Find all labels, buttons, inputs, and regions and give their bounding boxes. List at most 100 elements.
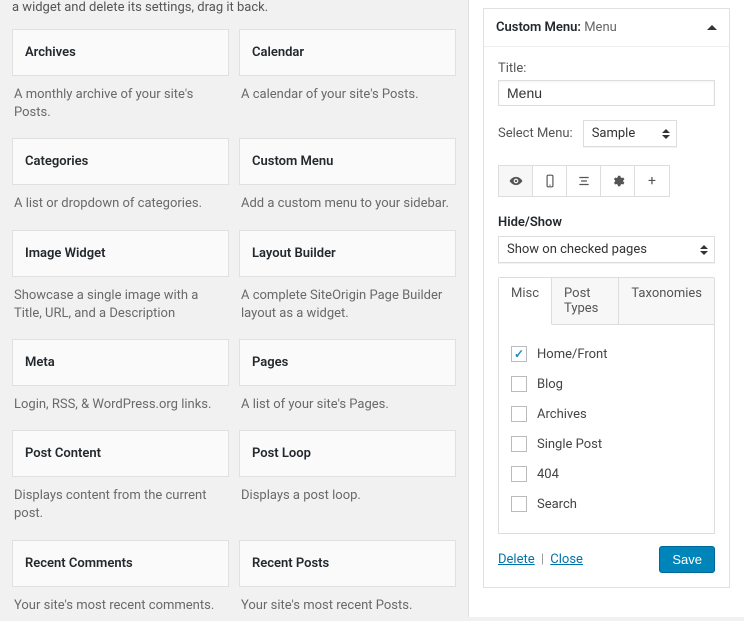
check-row: 404 (511, 459, 702, 489)
hideshow-dropdown[interactable]: Show on checked pages (498, 236, 715, 263)
tab-post-types[interactable]: Post Types (552, 278, 619, 324)
widget-description: Your site's most recent Posts. (239, 587, 456, 621)
widget-title: Recent Posts (252, 556, 443, 571)
widget-item: Categories A list or dropdown of categor… (12, 138, 229, 219)
plus-icon: + (648, 173, 656, 189)
checkbox-label: Archives (537, 407, 587, 422)
checkbox-label: Blog (537, 377, 563, 392)
widget-title: Layout Builder (252, 246, 443, 261)
available-widgets-panel: a widget and delete its settings, drag i… (0, 0, 468, 617)
visibility-tab-button[interactable] (499, 166, 533, 196)
widget-description: Add a custom menu to your sidebar. (239, 185, 456, 219)
select-menu-dropdown[interactable]: Sample (583, 120, 677, 147)
widget-item: Post Content Displays content from the c… (12, 430, 229, 529)
widget-description: Displays content from the current post. (12, 477, 229, 529)
widget-header[interactable]: Meta (12, 339, 229, 386)
caret-up-icon (707, 25, 717, 30)
delete-link[interactable]: Delete (498, 552, 535, 567)
widget-grid: Archives A monthly archive of your site'… (12, 29, 456, 621)
widget-item: Meta Login, RSS, & WordPress.org links. (12, 339, 229, 420)
widget-description: Login, RSS, & WordPress.org links. (12, 386, 229, 420)
widget-title: Post Content (25, 446, 216, 461)
widget-description: A calendar of your site's Posts. (239, 76, 456, 110)
title-label: Title: (498, 61, 715, 76)
widget-description: Displays a post loop. (239, 477, 456, 511)
widget-item: Calendar A calendar of your site's Posts… (239, 29, 456, 128)
widget-description: Showcase a single image with a Title, UR… (12, 277, 229, 329)
settings-tab-button[interactable] (601, 166, 635, 196)
widget-title: Custom Menu (252, 154, 443, 169)
config-footer: Delete | Close Save (498, 546, 715, 573)
widget-title: Archives (25, 45, 216, 60)
select-arrows-icon (700, 245, 708, 255)
checkbox-label: Single Post (537, 437, 602, 452)
check-row: Archives (511, 399, 702, 429)
widget-item: Pages A list of your site's Pages. (239, 339, 456, 420)
checkbox-home-front[interactable]: ✓ (511, 346, 527, 362)
select-arrows-icon (662, 129, 670, 139)
widget-description: A list of your site's Pages. (239, 386, 456, 420)
tab-taxonomies[interactable]: Taxonomies (619, 278, 714, 324)
widget-item: Recent Comments Your site's most recent … (12, 540, 229, 621)
config-body: Title: Select Menu: Sample (484, 47, 729, 587)
config-title-prefix: Custom Menu: (496, 20, 581, 35)
display-toolbar: + (498, 165, 670, 197)
alignment-tab-button[interactable] (567, 166, 601, 196)
align-center-icon (577, 174, 591, 188)
widget-header[interactable]: Image Widget (12, 230, 229, 277)
check-row: Blog (511, 369, 702, 399)
widget-header[interactable]: Categories (12, 138, 229, 185)
add-tab-button[interactable]: + (635, 166, 669, 196)
title-input[interactable] (498, 80, 715, 106)
widget-title: Calendar (252, 45, 443, 60)
widget-title: Meta (25, 355, 216, 370)
checkbox-archives[interactable] (511, 406, 527, 422)
widget-description: A complete SiteOrigin Page Builder layou… (239, 277, 456, 329)
widget-header[interactable]: Post Content (12, 430, 229, 477)
widget-header[interactable]: Custom Menu (239, 138, 456, 185)
checkbox-404[interactable] (511, 466, 527, 482)
footer-links: Delete | Close (498, 552, 583, 567)
widget-config-header[interactable]: Custom Menu: Menu (484, 9, 729, 47)
tab-content-misc: ✓ Home/Front Blog Archives Single Post (498, 324, 715, 534)
widget-title: Post Loop (252, 446, 443, 461)
config-title: Custom Menu: Menu (496, 20, 617, 35)
devices-tab-button[interactable] (533, 166, 567, 196)
checkbox-label: Home/Front (537, 347, 608, 362)
widget-header[interactable]: Recent Posts (239, 540, 456, 587)
widget-item: Custom Menu Add a custom menu to your si… (239, 138, 456, 219)
widget-description: Your site's most recent comments. (12, 587, 229, 621)
widget-item: Image Widget Showcase a single image wit… (12, 230, 229, 329)
widget-item: Layout Builder A complete SiteOrigin Pag… (239, 230, 456, 329)
check-row: ✓ Home/Front (511, 339, 702, 369)
widget-title: Recent Comments (25, 556, 216, 571)
widget-item: Post Loop Displays a post loop. (239, 430, 456, 529)
gear-icon (611, 174, 625, 188)
check-row: Search (511, 489, 702, 519)
widget-header[interactable]: Archives (12, 29, 229, 76)
widget-header[interactable]: Layout Builder (239, 230, 456, 277)
widget-header[interactable]: Post Loop (239, 430, 456, 477)
widget-item: Archives A monthly archive of your site'… (12, 29, 229, 128)
mobile-icon (543, 174, 557, 188)
widget-item: Recent Posts Your site's most recent Pos… (239, 540, 456, 621)
checkbox-search[interactable] (511, 496, 527, 512)
tab-misc[interactable]: Misc (499, 278, 552, 325)
widget-header[interactable]: Recent Comments (12, 540, 229, 587)
widget-title: Pages (252, 355, 443, 370)
widget-description: A monthly archive of your site's Posts. (12, 76, 229, 128)
widget-config: Custom Menu: Menu Title: Select Menu: Sa… (483, 8, 730, 588)
check-row: Single Post (511, 429, 702, 459)
checkbox-label: Search (537, 497, 577, 512)
close-link[interactable]: Close (550, 552, 583, 567)
save-button[interactable]: Save (659, 546, 715, 573)
intro-text: a widget and delete its settings, drag i… (12, 0, 456, 15)
select-value: Show on checked pages (499, 237, 714, 262)
link-separator: | (541, 552, 544, 567)
widget-header[interactable]: Pages (239, 339, 456, 386)
hideshow-label: Hide/Show (498, 215, 715, 230)
checkbox-blog[interactable] (511, 376, 527, 392)
widget-title: Image Widget (25, 246, 216, 261)
checkbox-single-post[interactable] (511, 436, 527, 452)
widget-header[interactable]: Calendar (239, 29, 456, 76)
